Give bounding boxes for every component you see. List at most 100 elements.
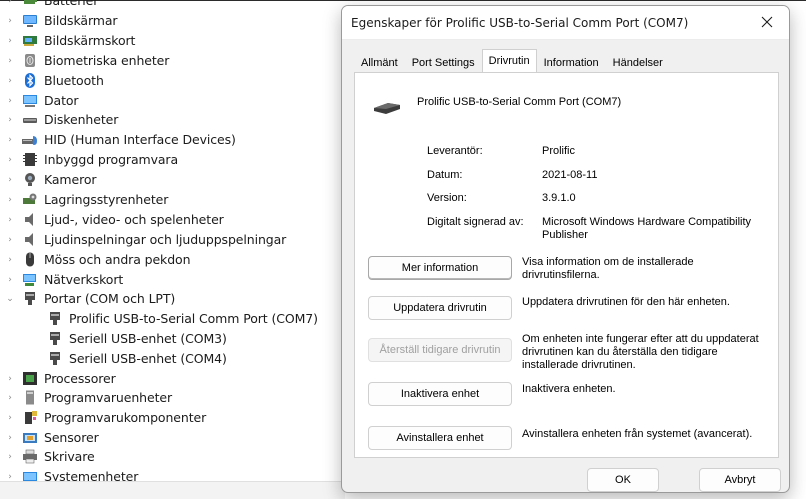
chevron-right-icon[interactable]: › [6,0,14,6]
firmware-icon [21,152,38,167]
date-value: 2021-08-11 [542,169,598,181]
rollback-driver-description: Om enheten inte fungerar efter att du up… [522,333,759,371]
tree-item-kameror[interactable]: › Kameror [0,170,96,190]
chevron-right-icon[interactable]: › [6,76,14,86]
chevron-right-icon[interactable]: › [6,235,14,245]
tree-item-hid[interactable]: › HID (Human Interface Devices) [0,130,236,150]
tab-handelser[interactable]: Händelser [606,52,670,72]
fingerprint-icon [21,53,38,68]
tree-item-prolific-com7[interactable]: Prolific USB-to-Serial Comm Port (COM7) [0,309,318,329]
software-component-icon [21,410,38,425]
uninstall-device-description: Avinstallera enheten från systemet (avan… [522,428,753,440]
tree-item-seriell-com4[interactable]: Seriell USB-enhet (COM4) [0,349,227,369]
port-icon [46,331,63,346]
tree-item-inbyggd[interactable]: › Inbyggd programvara [0,150,178,170]
uninstall-device-button[interactable]: Avinstallera enhet [368,426,512,450]
computer-icon [21,93,38,108]
battery-icon [21,0,38,8]
speaker-icon [21,212,38,227]
tree-item-label: Skrivare [44,449,95,465]
tree-item-portar[interactable]: ⌄ Portar (COM och LPT) [0,289,175,309]
audio-io-icon [21,232,38,247]
rollback-driver-button[interactable]: Återställ tidigare drivrutin [368,338,512,362]
tree-item-label: Nätverkskort [44,272,124,288]
chevron-right-icon[interactable]: › [6,452,14,462]
port-icon [46,311,63,326]
chevron-right-icon[interactable]: › [6,135,14,145]
tree-item-label: Programvaruenheter [44,390,173,406]
chevron-right-icon[interactable]: › [6,16,14,26]
date-label: Datum: [427,169,463,181]
network-adapter-icon [21,272,38,287]
tree-item-label: Dator [44,93,79,109]
tree-item-diskenheter[interactable]: › Diskenheter [0,110,118,130]
disable-device-button[interactable]: Inaktivera enhet [368,382,512,406]
tab-allmant[interactable]: Allmänt [354,52,405,72]
update-driver-button[interactable]: Uppdatera drivrutin [368,296,512,320]
tree-item-sensorer[interactable]: › Sensorer [0,428,98,448]
tree-item-skrivare[interactable]: › Skrivare [0,447,95,467]
dialog-titlebar[interactable]: Egenskaper för Prolific USB-to-Serial Co… [342,6,789,40]
display-adapter-icon [21,33,38,48]
tree-item-label: Batterier [44,0,99,9]
software-device-icon [21,390,38,405]
tree-item-label: Ljudinspelningar och ljuduppspelningar [44,232,287,248]
chevron-right-icon[interactable]: › [6,115,14,125]
tree-item-bluetooth[interactable]: › Bluetooth [0,71,104,91]
processor-icon [21,371,38,386]
tree-item-ljud-video[interactable]: › Ljud-, video- och spelenheter [0,210,224,230]
storage-controller-icon [21,192,38,207]
tree-item-batterier[interactable]: › Batterier [0,0,98,11]
chevron-down-icon[interactable]: ⌄ [6,294,14,304]
chevron-right-icon[interactable]: › [6,215,14,225]
tree-item-moss[interactable]: › Möss och andra pekdon [0,250,190,270]
camera-icon [21,172,38,187]
chevron-right-icon[interactable]: › [6,393,14,403]
chevron-right-icon[interactable]: › [6,56,14,66]
tab-port-settings[interactable]: Port Settings [405,52,482,72]
tab-information[interactable]: Information [537,52,606,72]
tree-item-ljudinspelningar[interactable]: › Ljudinspelningar och ljuduppspelningar [0,230,286,250]
chevron-right-icon[interactable]: › [6,413,14,423]
tree-item-label: Inbyggd programvara [44,152,179,168]
close-button[interactable] [745,6,789,40]
chevron-right-icon[interactable]: › [6,275,14,285]
tab-bar: Allmänt Port Settings Drivrutin Informat… [354,49,670,72]
tree-item-dator[interactable]: › Dator [0,91,78,111]
version-label: Version: [427,192,467,204]
tree-item-bildskarmskort[interactable]: › Bildskärmskort [0,31,135,51]
tree-item-natverkskort[interactable]: › Nätverkskort [0,270,123,290]
tree-item-programvaruenheter[interactable]: › Programvaruenheter [0,388,172,408]
version-value: 3.9.1.0 [542,192,576,204]
tree-item-processorer[interactable]: › Processorer [0,369,116,389]
more-info-button[interactable]: Mer information [368,256,512,280]
chevron-right-icon[interactable]: › [6,96,14,106]
tree-item-label: Seriell USB-enhet (COM3) [69,331,227,347]
tree-item-seriell-com3[interactable]: Seriell USB-enhet (COM3) [0,329,227,349]
tree-item-bildskarmar[interactable]: › Bildskärmar [0,11,117,31]
sensor-icon [21,430,38,445]
ok-button[interactable]: OK [587,468,659,492]
printer-icon [21,449,38,464]
chevron-right-icon[interactable]: › [6,36,14,46]
tree-item-label: Bluetooth [44,73,104,89]
port-icon [21,291,38,306]
chevron-right-icon[interactable]: › [6,175,14,185]
chevron-right-icon[interactable]: › [6,374,14,384]
driver-tab-panel: Prolific USB-to-Serial Comm Port (COM7) … [354,72,779,458]
tab-drivrutin[interactable]: Drivrutin [481,49,537,72]
cancel-button[interactable]: Avbryt [699,468,781,492]
chevron-right-icon[interactable]: › [6,255,14,265]
provider-label: Leverantör: [427,145,483,157]
chevron-right-icon[interactable]: › [6,155,14,165]
tree-item-lagring[interactable]: › Lagringsstyrenheter [0,190,168,210]
disk-drive-icon [21,112,38,127]
tree-item-label: Programvarukomponenter [44,410,207,426]
tree-item-label: Möss och andra pekdon [44,252,191,268]
hid-icon [21,132,38,147]
provider-value: Prolific [542,145,576,157]
tree-item-biometriska[interactable]: › Biometriska enheter [0,51,169,71]
tree-item-programvarukomponenter[interactable]: › Programvarukomponenter [0,408,206,428]
chevron-right-icon[interactable]: › [6,433,14,443]
chevron-right-icon[interactable]: › [6,195,14,205]
